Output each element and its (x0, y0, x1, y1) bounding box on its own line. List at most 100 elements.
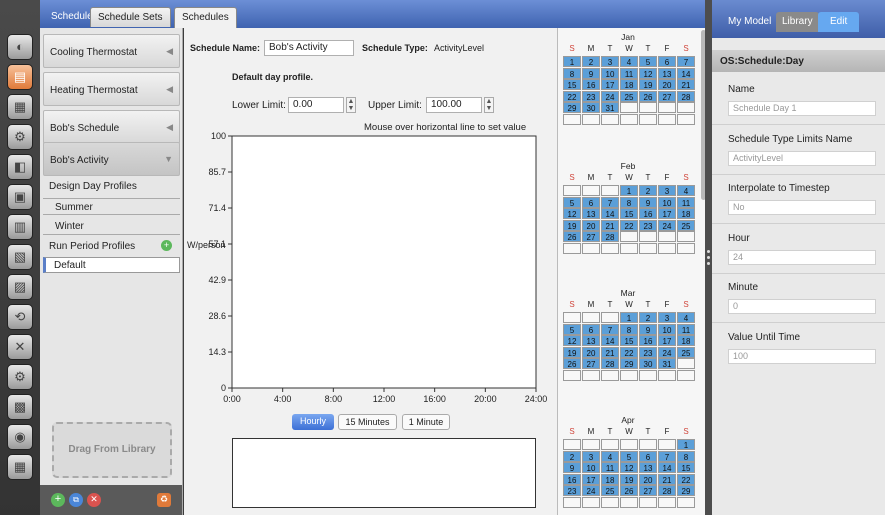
calendar-day[interactable]: 16 (639, 208, 657, 219)
run-period-default[interactable]: Default (43, 257, 180, 273)
output-variables-icon[interactable]: ✕ (7, 334, 33, 360)
calendar-day[interactable]: 19 (563, 346, 581, 358)
calendar-day[interactable]: 19 (639, 79, 657, 90)
calendar-day[interactable]: 28 (677, 90, 695, 102)
calendar-day[interactable]: 13 (658, 67, 676, 79)
expand-arrow-icon[interactable]: ◀ (166, 84, 173, 95)
calendar-day[interactable]: 2 (582, 56, 600, 67)
list-item-bobs-activity[interactable]: Bob's Activity ▼ (43, 142, 180, 176)
calendar-day[interactable]: 1 (620, 185, 638, 196)
calendar-day[interactable]: 23 (582, 90, 600, 102)
calendar-day[interactable]: 24 (658, 219, 676, 231)
calendar-day[interactable]: 8 (563, 67, 581, 79)
calendar-day[interactable]: 20 (582, 346, 600, 358)
list-item-cooling-thermostat[interactable]: Cooling Thermostat ◀ (43, 34, 180, 68)
calendar-day[interactable]: 30 (639, 358, 657, 369)
tab-schedule-sets[interactable]: Schedule Sets (90, 7, 171, 27)
simulation-settings-icon[interactable]: ⚙ (7, 364, 33, 390)
calendar-day[interactable]: 9 (582, 67, 600, 79)
calendar-day[interactable]: 25 (677, 219, 695, 231)
calendar-day[interactable]: 25 (677, 346, 695, 358)
purge-icon[interactable]: ♻ (157, 493, 171, 507)
calendar-day[interactable]: 6 (582, 323, 600, 335)
calendar-day[interactable]: 8 (620, 323, 638, 335)
calendar-day[interactable]: 10 (658, 196, 676, 208)
add-icon[interactable]: + (51, 493, 65, 507)
calendar-day[interactable]: 26 (563, 231, 581, 242)
tab-edit[interactable]: Edit (818, 12, 860, 32)
profile-chart[interactable]: 10085.771.457.142.928.614.300:00 4:00 8:00… (184, 128, 557, 408)
calendar-day[interactable]: 28 (658, 485, 676, 496)
add-profile-icon[interactable]: + (161, 240, 172, 251)
calendar-day[interactable]: 26 (639, 90, 657, 102)
calendar-day[interactable]: 4 (677, 185, 695, 196)
schedule-name-input[interactable]: Bob's Activity (264, 40, 354, 56)
calendar-day[interactable]: 9 (639, 323, 657, 335)
calendar-day[interactable]: 12 (620, 462, 638, 473)
calendar-day[interactable]: 4 (601, 450, 619, 462)
expand-arrow-icon[interactable]: ◀ (166, 46, 173, 57)
calendar-day[interactable]: 7 (601, 196, 619, 208)
design-day-winter[interactable]: Winter (43, 218, 180, 235)
hvac-icon[interactable]: ⟲ (7, 304, 33, 330)
calendar-day[interactable]: 10 (658, 323, 676, 335)
calendar-day[interactable]: 1 (677, 439, 695, 450)
calendar-day[interactable]: 17 (658, 208, 676, 219)
upper-limit-stepper[interactable]: ▲ ▼ (484, 97, 494, 113)
calendar-day[interactable]: 7 (601, 323, 619, 335)
schedules-icon[interactable]: ▤ (7, 64, 33, 90)
calendar-day[interactable]: 12 (563, 208, 581, 219)
thermal-zones-icon[interactable]: ▨ (7, 274, 33, 300)
list-item-bobs-schedule[interactable]: Bob's Schedule ◀ (43, 110, 180, 144)
calendar-day[interactable]: 29 (677, 485, 695, 496)
calendar-day[interactable]: 29 (620, 358, 638, 369)
calendar-day[interactable]: 22 (563, 90, 581, 102)
calendar-day[interactable]: 1 (620, 312, 638, 323)
calendar-day[interactable]: 15 (677, 462, 695, 473)
calendar-day[interactable]: 24 (658, 346, 676, 358)
delete-icon[interactable]: ✕ (87, 493, 101, 507)
calendar-day[interactable]: 5 (563, 196, 581, 208)
facility-icon[interactable]: ▥ (7, 214, 33, 240)
results-icon[interactable]: ▦ (7, 454, 33, 480)
calendar-day[interactable]: 21 (601, 346, 619, 358)
loads-icon[interactable]: ⚙ (7, 124, 33, 150)
field-hour-input[interactable]: 24 (728, 250, 876, 265)
calendar-day[interactable]: 23 (639, 219, 657, 231)
calendar-day[interactable]: 1 (563, 56, 581, 67)
calendar-day[interactable]: 15 (620, 335, 638, 346)
calendar-day[interactable]: 20 (639, 473, 657, 485)
drag-from-library-dropzone[interactable]: Drag From Library (52, 422, 172, 478)
calendar-day[interactable]: 11 (620, 67, 638, 79)
field-value-until-time-input[interactable]: 100 (728, 349, 876, 364)
calendar-day[interactable]: 7 (658, 450, 676, 462)
calendar-day[interactable]: 23 (639, 346, 657, 358)
calendar-day[interactable]: 29 (563, 102, 581, 113)
fifteen-minutes-button[interactable]: 15 Minutes (338, 414, 397, 430)
one-minute-button[interactable]: 1 Minute (402, 414, 450, 430)
calendar-day[interactable]: 17 (601, 79, 619, 90)
calendar-day[interactable]: 28 (601, 231, 619, 242)
calendar-day[interactable]: 20 (658, 79, 676, 90)
run-icon[interactable]: ◉ (7, 424, 33, 450)
expand-arrow-icon[interactable]: ◀ (166, 122, 173, 133)
calendar-day[interactable]: 19 (563, 219, 581, 231)
calendar-day[interactable]: 22 (677, 473, 695, 485)
calendar-day[interactable]: 3 (582, 450, 600, 462)
lower-limit-stepper[interactable]: ▲ ▼ (346, 97, 356, 113)
calendar-day[interactable]: 2 (639, 185, 657, 196)
calendar-day[interactable]: 27 (582, 231, 600, 242)
calendar-day[interactable]: 27 (582, 358, 600, 369)
calendar-day[interactable]: 22 (620, 346, 638, 358)
calendar-day[interactable]: 18 (677, 335, 695, 346)
calendar-day[interactable]: 18 (677, 208, 695, 219)
calendar-day[interactable]: 23 (563, 485, 581, 496)
geometry-icon[interactable]: ▣ (7, 184, 33, 210)
calendar-day[interactable]: 22 (620, 219, 638, 231)
calendar-day[interactable]: 21 (601, 219, 619, 231)
calendar-day[interactable]: 10 (601, 67, 619, 79)
copy-icon[interactable]: ⧉ (69, 493, 83, 507)
calendar-day[interactable]: 15 (620, 208, 638, 219)
space-types-icon[interactable]: ◧ (7, 154, 33, 180)
calendar-day[interactable]: 19 (620, 473, 638, 485)
